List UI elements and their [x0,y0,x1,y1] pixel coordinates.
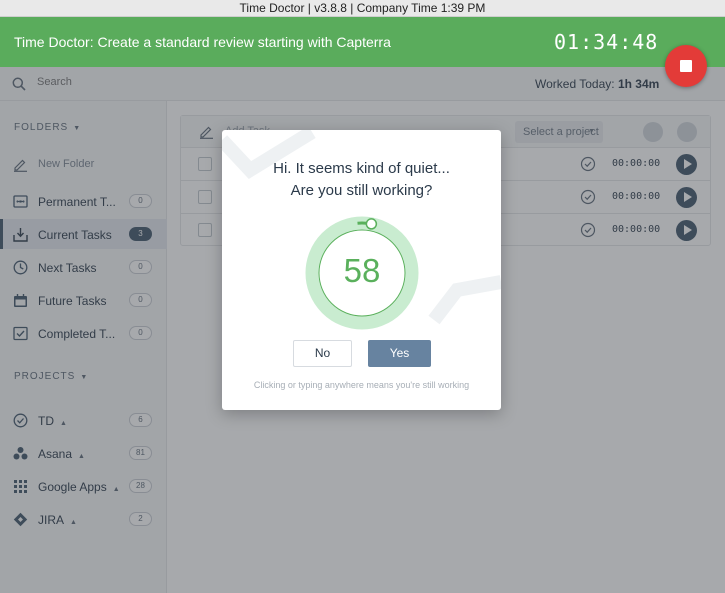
stop-icon [680,60,692,72]
idle-message-line2: Are you still working? [290,182,433,199]
yes-button[interactable]: Yes [368,340,431,367]
idle-dialog: Hi. It seems kind of quiet... Are you st… [222,130,501,410]
window-titlebar: Time Doctor | v3.8.8 | Company Time 1:39… [0,0,725,17]
no-button[interactable]: No [293,340,352,367]
app-header: Time Doctor: Create a standard review st… [0,17,725,67]
countdown-value: 58 [343,252,381,289]
idle-message-line1: Hi. It seems kind of quiet... [273,160,450,177]
current-task-title: Time Doctor: Create a standard review st… [14,34,391,50]
stop-timer-button[interactable] [665,45,707,87]
idle-hint: Clicking or typing anywhere means you're… [253,380,470,390]
window-title: Time Doctor | v3.8.8 | Company Time 1:39… [239,1,486,15]
countdown-knob [365,218,378,230]
session-timer: 01:34:48 [554,30,659,54]
